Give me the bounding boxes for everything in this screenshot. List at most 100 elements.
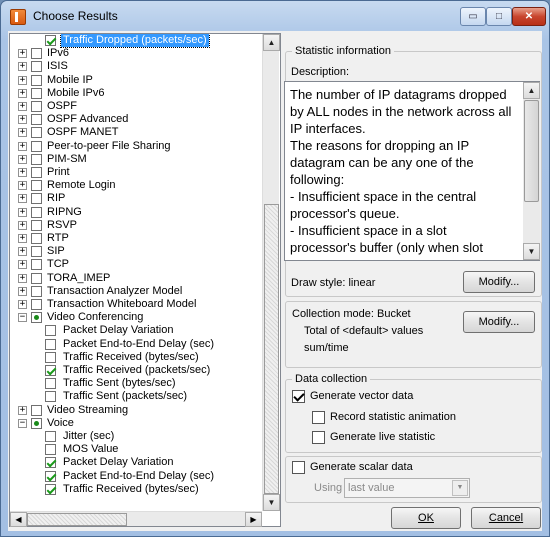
tree-item-checkbox[interactable]: [45, 444, 56, 456]
tree-item-checkbox[interactable]: [45, 378, 56, 390]
draw-style-modify-button[interactable]: Modify...: [463, 271, 535, 293]
expand-icon[interactable]: +: [18, 62, 27, 72]
tree-item-checkbox[interactable]: [45, 325, 56, 337]
tree-item[interactable]: + IPv6: [10, 47, 260, 60]
expand-icon[interactable]: +: [18, 141, 27, 151]
tree-item-label[interactable]: OSPF Advanced: [47, 113, 128, 126]
expand-icon[interactable]: +: [18, 286, 27, 296]
dropdown-arrow-icon[interactable]: ▼: [452, 480, 468, 496]
tree-item[interactable]: + Remote Login: [10, 179, 260, 192]
tree-item-label[interactable]: MOS Value: [61, 443, 120, 456]
tree-item-checkbox[interactable]: [31, 272, 42, 284]
tree-item-label[interactable]: Mobile IPv6: [47, 87, 104, 100]
tree-item-checkbox[interactable]: [45, 431, 56, 442]
desc-scroll-down-icon[interactable]: ▼: [523, 243, 540, 260]
tree-item-checkbox[interactable]: [31, 180, 42, 192]
scroll-left-arrow-icon[interactable]: ◀: [10, 512, 27, 527]
tree-item-label[interactable]: Transaction Analyzer Model: [47, 285, 182, 298]
tree-item[interactable]: Traffic Received (packets/sec): [10, 364, 260, 377]
tree-item-checkbox[interactable]: [45, 351, 56, 363]
expand-icon[interactable]: +: [18, 247, 27, 257]
tree-item-checkbox[interactable]: [31, 246, 42, 258]
tree-item[interactable]: Packet Delay Variation: [10, 324, 260, 337]
tree-item[interactable]: Packet End-to-End Delay (sec): [10, 470, 260, 483]
collapse-icon[interactable]: −: [18, 418, 27, 428]
tree-item-label[interactable]: Voice: [47, 417, 74, 430]
tree-item[interactable]: Traffic Sent (packets/sec): [10, 390, 260, 403]
tree-item[interactable]: + OSPF MANET: [10, 126, 260, 139]
collection-modify-button[interactable]: Modify...: [463, 311, 535, 333]
tree-item-label[interactable]: OSPF MANET: [47, 126, 119, 139]
tree-item[interactable]: + PIM-SM: [10, 153, 260, 166]
tree-item-checkbox[interactable]: [31, 299, 42, 310]
tree-item-label[interactable]: Video Streaming: [47, 404, 128, 417]
tree-item-checkbox[interactable]: [45, 457, 56, 469]
generate-vector-checkbox[interactable]: [292, 390, 305, 403]
tree-item[interactable]: + ISIS: [10, 60, 260, 73]
expand-icon[interactable]: +: [18, 128, 27, 138]
tree-vertical-scrollbar[interactable]: ▲ ▼: [262, 34, 280, 511]
tree-item[interactable]: + Transaction Whiteboard Model: [10, 298, 260, 311]
tree-scroll-thumb[interactable]: [264, 204, 279, 494]
tree-item[interactable]: + Mobile IPv6: [10, 87, 260, 100]
ok-button[interactable]: OK: [391, 507, 461, 529]
tree-item[interactable]: MOS Value: [10, 443, 260, 456]
expand-icon[interactable]: +: [18, 115, 27, 125]
expand-icon[interactable]: +: [18, 181, 27, 191]
tree-item[interactable]: + Peer-to-peer File Sharing: [10, 140, 260, 153]
tree-item[interactable]: Traffic Received (bytes/sec): [10, 483, 260, 496]
tree-item-label[interactable]: Peer-to-peer File Sharing: [47, 140, 171, 153]
expand-icon[interactable]: +: [18, 220, 27, 230]
tree-item-checkbox[interactable]: [45, 365, 56, 376]
tree-item-checkbox[interactable]: [31, 167, 42, 178]
using-dropdown[interactable]: last value ▼: [344, 478, 470, 498]
tree-item-checkbox[interactable]: [31, 87, 42, 99]
tree-item-checkbox[interactable]: [31, 127, 42, 139]
cancel-button[interactable]: Cancel: [471, 507, 541, 529]
expand-icon[interactable]: +: [18, 207, 27, 217]
record-animation-checkbox[interactable]: [312, 411, 325, 424]
expand-icon[interactable]: +: [18, 168, 27, 177]
scroll-up-arrow-icon[interactable]: ▲: [263, 34, 280, 51]
tree-item-checkbox[interactable]: [45, 338, 56, 350]
tree-item-checkbox[interactable]: [31, 219, 42, 231]
tree-item-label[interactable]: Transaction Whiteboard Model: [47, 298, 196, 311]
generate-live-label[interactable]: Generate live statistic: [330, 431, 435, 443]
description-scrollbar[interactable]: ▲ ▼: [523, 82, 540, 260]
expand-icon[interactable]: +: [18, 273, 27, 283]
tree-item[interactable]: + RSVP: [10, 219, 260, 232]
tree-item[interactable]: + Mobile IP: [10, 74, 260, 87]
tree-item-label[interactable]: Packet Delay Variation: [61, 456, 175, 469]
generate-scalar-checkbox[interactable]: [292, 461, 305, 474]
tree-item-checkbox[interactable]: [31, 206, 42, 218]
tree-item[interactable]: + Video Streaming: [10, 404, 260, 417]
tree-item-label[interactable]: OSPF: [47, 100, 77, 113]
tree-item-label[interactable]: SIP: [47, 245, 65, 258]
expand-icon[interactable]: +: [18, 405, 27, 415]
tree-item-label[interactable]: Traffic Sent (bytes/sec): [61, 377, 177, 390]
tree-item-label[interactable]: Jitter (sec): [61, 430, 116, 443]
tree-item-checkbox[interactable]: [45, 35, 56, 46]
scroll-down-arrow-icon[interactable]: ▼: [263, 494, 280, 511]
tree-hscroll-thumb[interactable]: [27, 513, 127, 526]
tree-item-label[interactable]: IPv6: [47, 47, 69, 60]
collapse-icon[interactable]: −: [18, 313, 27, 323]
tree-item-checkbox[interactable]: [31, 140, 42, 152]
tree-item[interactable]: Traffic Sent (bytes/sec): [10, 377, 260, 390]
tree-item[interactable]: + Transaction Analyzer Model: [10, 285, 260, 298]
tree-item[interactable]: + RTP: [10, 232, 260, 245]
maximize-button[interactable]: □: [486, 7, 512, 26]
tree-item-checkbox[interactable]: [31, 259, 42, 271]
tree-item-label[interactable]: TORA_IMEP: [47, 272, 110, 285]
tree-item[interactable]: + RIP: [10, 192, 260, 205]
tree-item[interactable]: − Voice: [10, 417, 260, 430]
tree-item[interactable]: − Video Conferencing: [10, 311, 260, 324]
tree-item[interactable]: Packet End-to-End Delay (sec): [10, 338, 260, 351]
expand-icon[interactable]: +: [18, 49, 27, 59]
expand-icon[interactable]: +: [18, 194, 27, 204]
expand-icon[interactable]: +: [18, 75, 27, 85]
tree-item[interactable]: + Print: [10, 166, 260, 179]
close-button[interactable]: ✕: [512, 7, 546, 26]
tree-item-label[interactable]: RIPNG: [47, 206, 82, 219]
tree-item-checkbox[interactable]: [45, 470, 56, 482]
